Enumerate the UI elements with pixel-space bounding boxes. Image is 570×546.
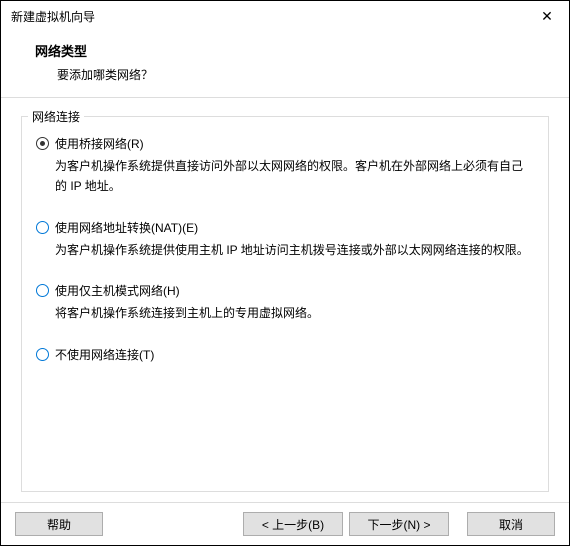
page-subtitle: 要添加哪类网络？ [35,66,569,83]
page-title: 网络类型 [35,41,569,60]
wizard-body: 网络连接 使用桥接网络(R) 为客户机操作系统提供直接访问外部以太网网络的权限。… [1,98,569,502]
option-bridged: 使用桥接网络(R) 为客户机操作系统提供直接访问外部以太网网络的权限。客户机在外… [36,135,534,197]
titlebar: 新建虚拟机向导 ✕ [1,1,569,31]
wizard-header: 网络类型 要添加哪类网络？ [1,31,569,98]
option-none: 不使用网络连接(T) [36,346,534,363]
back-button[interactable]: < 上一步(B) [243,512,343,536]
radio-bridged[interactable]: 使用桥接网络(R) [36,135,534,152]
radio-icon [36,284,49,297]
help-button[interactable]: 帮助 [15,512,103,536]
option-nat: 使用网络地址转换(NAT)(E) 为客户机操作系统提供使用主机 IP 地址访问主… [36,219,534,260]
cancel-button[interactable]: 取消 [467,512,555,536]
radio-label: 使用网络地址转换(NAT)(E) [55,219,198,236]
group-legend: 网络连接 [28,108,84,125]
radio-hostonly[interactable]: 使用仅主机模式网络(H) [36,282,534,299]
close-icon: ✕ [541,8,553,25]
option-desc: 为客户机操作系统提供使用主机 IP 地址访问主机拨号连接或外部以太网网络连接的权… [55,240,534,260]
option-hostonly: 使用仅主机模式网络(H) 将客户机操作系统连接到主机上的专用虚拟网络。 [36,282,534,323]
window-title: 新建虚拟机向导 [11,8,95,25]
radio-icon [36,348,49,361]
network-connection-group: 网络连接 使用桥接网络(R) 为客户机操作系统提供直接访问外部以太网网络的权限。… [21,116,549,492]
radio-label: 使用桥接网络(R) [55,135,144,152]
radio-nat[interactable]: 使用网络地址转换(NAT)(E) [36,219,534,236]
option-desc: 将客户机操作系统连接到主机上的专用虚拟网络。 [55,303,534,323]
radio-label: 不使用网络连接(T) [55,346,154,363]
radio-icon [36,137,49,150]
radio-icon [36,221,49,234]
next-button[interactable]: 下一步(N) > [349,512,449,536]
close-button[interactable]: ✕ [525,1,569,31]
radio-label: 使用仅主机模式网络(H) [55,282,180,299]
option-desc: 为客户机操作系统提供直接访问外部以太网网络的权限。客户机在外部网络上必须有自己的… [55,156,534,197]
wizard-footer: 帮助 < 上一步(B) 下一步(N) > 取消 [1,502,569,545]
radio-none[interactable]: 不使用网络连接(T) [36,346,534,363]
